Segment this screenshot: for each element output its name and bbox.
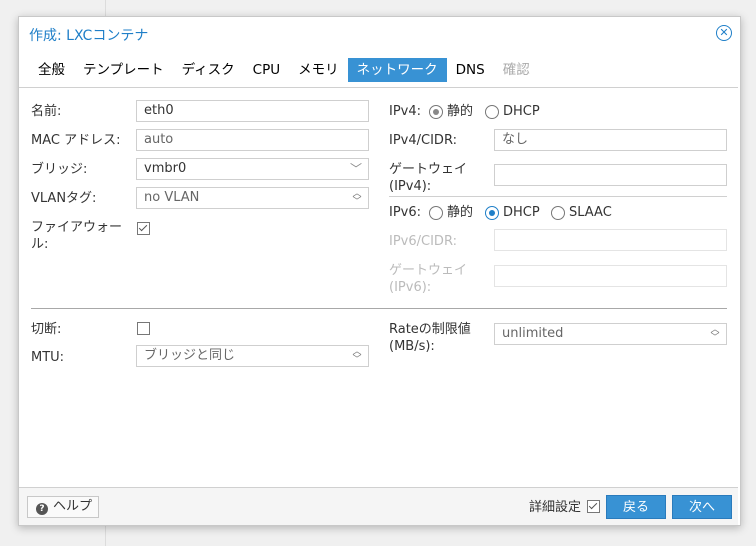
dialog-title: 作成: LXCコンテナ [29,28,149,44]
next-button[interactable]: 次へ [672,495,732,519]
tab-general[interactable]: 全般 [29,58,74,82]
bridge-label: ブリッジ: [31,162,88,177]
ipv4-static-radio[interactable] [429,105,443,119]
tab-cpu[interactable]: CPU [244,58,289,82]
disconnect-label: 切断: [31,322,62,337]
vlan-input[interactable]: no VLAN ︿ ﹀ [136,187,369,209]
mtu-spinner-icon[interactable]: ︿ ﹀ [352,348,362,365]
firewall-label-line2: ル: [31,237,49,252]
mac-input[interactable]: auto [136,129,369,151]
ipv6-dhcp-label: DHCP [503,205,540,220]
ipv6-dhcp-radio[interactable] [485,206,499,220]
ipv6-label: IPv6: [389,205,422,220]
ipv6-slaac-label: SLAAC [569,205,612,220]
tab-dns[interactable]: DNS [447,58,494,82]
gateway4-input[interactable] [494,164,727,186]
tab-memory[interactable]: メモリ [289,58,348,82]
vlan-value: no VLAN [144,190,200,205]
tab-network[interactable]: ネットワーク [347,58,447,82]
ipv4-label: IPv4: [389,104,422,119]
advanced-checkbox[interactable] [587,500,600,513]
ipv6cidr-label: IPv6/CIDR: [389,234,457,249]
name-label: 名前: [31,104,62,119]
ipv4-dhcp-radio[interactable] [485,105,499,119]
gateway4-label-line1: ゲートウェイ [389,162,468,177]
ipv4-dhcp-label: DHCP [503,104,540,119]
advanced-divider [31,308,727,309]
bridge-select[interactable]: vmbr0 ﹀ [136,158,369,180]
close-icon[interactable]: ✕ [716,25,732,41]
advanced-label: 詳細設定 [529,500,582,515]
gateway6-input [494,265,727,287]
mtu-label: MTU: [31,350,65,365]
disconnect-checkbox[interactable] [137,322,150,335]
rate-spinner-icon[interactable]: ︿ ﹀ [710,326,720,343]
firewall-checkbox[interactable] [137,222,150,235]
ipv6cidr-input [494,229,727,251]
mac-label: MAC アドレス: [31,133,121,148]
ipv6-slaac-radio[interactable] [551,206,565,220]
rate-value: unlimited [502,326,564,341]
bridge-value: vmbr0 [144,161,187,176]
dialog-footer: ? ヘルプ 詳細設定 戻る 次へ [19,487,738,525]
ipv-divider [389,196,727,197]
rate-label-line2: (MB/s): [389,339,435,354]
vlan-label: VLANタグ: [31,191,97,206]
tab-confirm: 確認 [502,62,530,78]
wizard-tabs: 全般 テンプレート ディスク CPU メモリ ネットワーク DNS 確認 [29,58,539,82]
name-input[interactable]: eth0 [136,100,369,122]
gateway6-label-line1: ゲートウェイ [389,263,468,278]
help-button[interactable]: ? ヘルプ [27,496,99,518]
rate-label-line1: Rateの制限値 [389,322,471,337]
back-button[interactable]: 戻る [606,495,666,519]
tab-template[interactable]: テンプレート [74,58,173,82]
chevron-down-icon: ﹀ [349,162,362,176]
mtu-value: ブリッジと同じ [144,348,236,363]
rate-input[interactable]: unlimited ︿ ﹀ [494,323,727,345]
help-label: ヘルプ [53,499,93,514]
network-panel: 名前: eth0 MAC アドレス: auto ブリッジ: vmbr0 ﹀ VL… [19,87,738,488]
gateway6-label-line2: (IPv6): [389,280,432,295]
mtu-input[interactable]: ブリッジと同じ ︿ ﹀ [136,345,369,367]
question-icon: ? [36,503,48,515]
ipv4cidr-label: IPv4/CIDR: [389,133,457,148]
ipv4-static-label: 静的 [447,104,474,119]
ipv4cidr-input[interactable]: なし [494,129,727,151]
vlan-spinner-icon[interactable]: ︿ ﹀ [352,190,362,207]
ipv6-static-label: 静的 [447,205,474,220]
gateway4-label-line2: (IPv4): [389,179,432,194]
firewall-label-line1: ファイアウォー [31,220,123,235]
create-lxc-dialog: 作成: LXCコンテナ ✕ 全般 テンプレート ディスク CPU メモリ ネット… [18,16,741,526]
ipv6-static-radio[interactable] [429,206,443,220]
tab-disk[interactable]: ディスク [173,58,244,82]
